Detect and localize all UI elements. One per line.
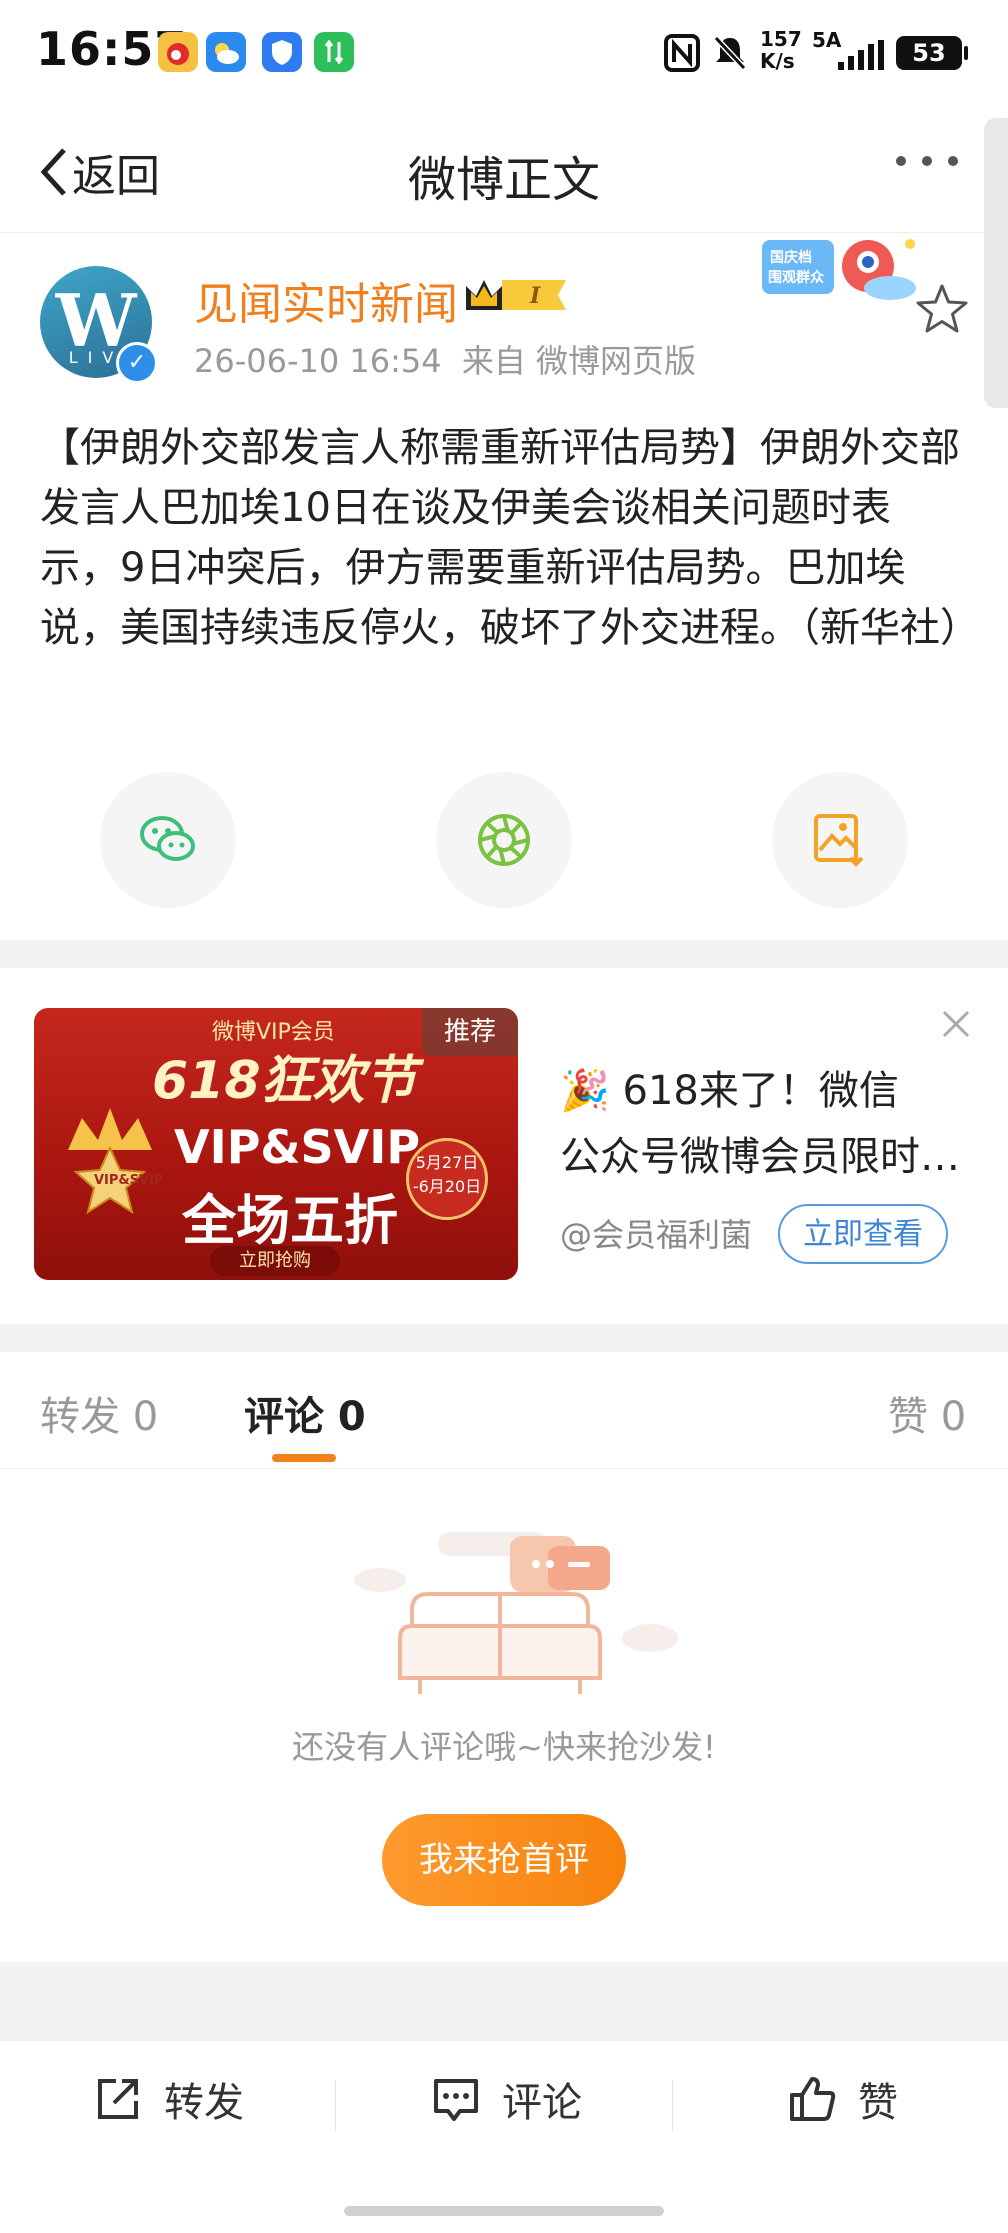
page-title: 微博正文 bbox=[407, 152, 600, 208]
comment-button[interactable]: 评论 bbox=[430, 2070, 582, 2128]
svg-text:VIP&SVIP: VIP&SVIP bbox=[94, 1173, 162, 1188]
share-moments-button[interactable] bbox=[436, 772, 572, 908]
ad-source: @会员福利菌 bbox=[560, 1216, 753, 1254]
dot-icon bbox=[948, 156, 958, 166]
author-name[interactable]: 见闻实时新闻 bbox=[194, 268, 458, 332]
weather-app-icon bbox=[206, 32, 246, 72]
battery-icon: 53 bbox=[896, 36, 962, 70]
signal-icon bbox=[838, 40, 884, 70]
empty-comments-text: 还没有人评论哦~快来抢沙发! bbox=[292, 1728, 716, 1766]
thumbs-up-icon bbox=[790, 2077, 836, 2121]
recommend-tag: 推荐 bbox=[422, 1008, 518, 1056]
tabs-divider bbox=[0, 1468, 1008, 1469]
repost-button[interactable]: 转发 bbox=[92, 2070, 244, 2128]
transfer-app-icon bbox=[314, 32, 354, 72]
more-button[interactable] bbox=[896, 156, 958, 166]
dot-icon bbox=[922, 156, 932, 166]
ad-buy-label: 立即抢购 bbox=[210, 1246, 340, 1276]
moments-aperture-icon bbox=[478, 814, 530, 866]
close-icon[interactable] bbox=[936, 1004, 976, 1044]
dot-icon bbox=[896, 156, 906, 166]
favorite-star-icon[interactable] bbox=[912, 280, 972, 340]
section-divider bbox=[0, 1962, 1008, 2040]
svg-text:I: I bbox=[529, 283, 541, 309]
security-app-icon bbox=[262, 32, 302, 72]
ad-date-badge: 5月27日 -6月20日 bbox=[406, 1138, 488, 1220]
verified-badge-icon: ✓ bbox=[116, 342, 158, 384]
first-comment-button[interactable]: 我来抢首评 bbox=[382, 1814, 626, 1906]
like-button[interactable]: 赞 bbox=[786, 2070, 898, 2128]
section-divider bbox=[0, 940, 1008, 968]
section-divider bbox=[0, 1324, 1008, 1352]
bottom-action-bar bbox=[0, 2040, 1008, 2233]
share-out-icon bbox=[98, 2079, 138, 2119]
wechat-icon bbox=[140, 816, 195, 861]
vip-crown-icon: VIP&SVIP bbox=[68, 1108, 162, 1215]
comment-bubble-icon bbox=[434, 2079, 478, 2121]
tab-comment[interactable]: 评论 0 bbox=[244, 1384, 366, 1442]
home-indicator[interactable] bbox=[344, 2206, 664, 2216]
mute-bell-icon bbox=[713, 35, 747, 71]
tab-repost[interactable]: 转发 0 bbox=[40, 1384, 158, 1442]
active-tab-indicator bbox=[272, 1454, 336, 1462]
share-wechat-button[interactable] bbox=[100, 772, 236, 908]
weibo-app-icon bbox=[158, 32, 198, 72]
ad-banner-image[interactable]: 微博VIP会员 618狂欢节 VIP&SVIP VIP&SVIP 全场五折 5月… bbox=[34, 1008, 518, 1280]
post-content: 【伊朗外交部发言人称需重新评估局势】伊朗外交部发言人巴加埃10日在谈及伊美会谈相… bbox=[40, 425, 980, 651]
tab-like[interactable]: 赞 0 bbox=[888, 1384, 966, 1442]
post-source: 来自 微博网页版 bbox=[461, 342, 696, 380]
scroll-indicator[interactable] bbox=[984, 118, 1008, 408]
event-sticker[interactable]: 国庆档 围观群众 bbox=[760, 230, 930, 310]
ad-headline: 618狂欢节 bbox=[152, 1051, 417, 1111]
nav-bar: 返回 微博正文 bbox=[0, 106, 1008, 233]
view-now-button[interactable]: 立即查看 bbox=[778, 1204, 948, 1264]
post-meta: 26-06-10 16:54 来自 微博网页版 bbox=[194, 336, 696, 382]
net-speed: 157 K/s bbox=[760, 27, 802, 73]
svg-text:国庆档: 国庆档 bbox=[770, 249, 812, 266]
svg-text:围观群众: 围观群众 bbox=[768, 269, 824, 286]
vip-crown-badge-icon: I bbox=[466, 280, 566, 310]
post-timestamp: 26-06-10 16:54 bbox=[194, 342, 442, 380]
ad-title[interactable]: 🎉 618来了！微信 公众号微博会员限时五折 bbox=[560, 1058, 980, 1190]
status-bar: 16:57 157 K/s 5A 53 bbox=[0, 0, 1008, 106]
save-image-button[interactable] bbox=[772, 772, 908, 908]
nfc-icon bbox=[664, 34, 700, 72]
save-image-icon bbox=[814, 814, 864, 867]
empty-sofa-illustration bbox=[354, 1532, 678, 1694]
